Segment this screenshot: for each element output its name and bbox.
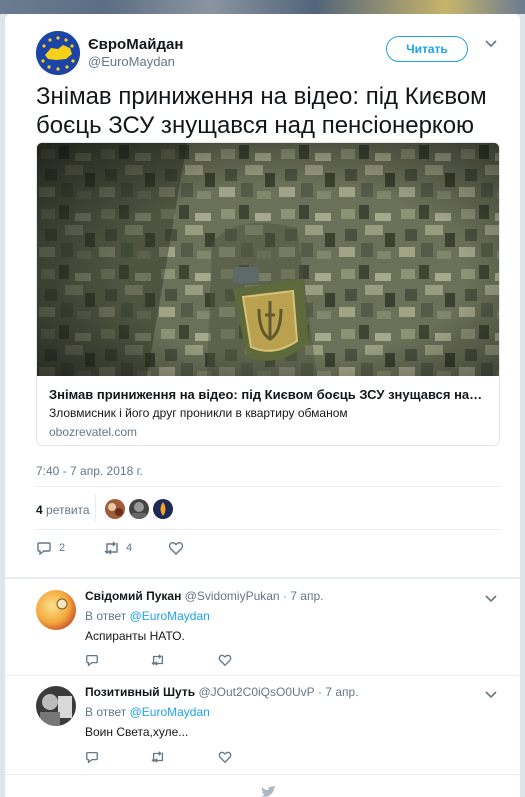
reply-author-name[interactable]: Позитивный Шуть	[85, 685, 195, 699]
reply-avatar[interactable]	[36, 590, 76, 630]
reply-author-name[interactable]: Свідомий Пукан	[85, 589, 181, 603]
tweet-timestamp[interactable]: 7:40 - 7 апр. 2018 г.	[36, 464, 143, 478]
divider	[5, 675, 520, 676]
chevron-down-icon[interactable]	[485, 691, 497, 699]
chevron-down-icon[interactable]	[485, 40, 497, 48]
author-name[interactable]: ЄвроМайдан	[88, 36, 183, 53]
follow-button[interactable]: Читать	[386, 36, 468, 62]
retweeter-avatar[interactable]	[129, 499, 149, 519]
link-card-title[interactable]: Знімав приниження на відео: під Києвом б…	[49, 387, 489, 402]
link-card-description: Зловмисник і його друг проникли в кварти…	[49, 406, 348, 420]
in-reply-prefix: В ответ	[85, 705, 127, 719]
reply-icon[interactable]	[36, 540, 52, 556]
retweet-icon[interactable]	[150, 653, 166, 667]
link-card[interactable]: Знімав приниження на відео: під Києвом б…	[36, 142, 500, 446]
link-card-domain[interactable]: obozrevatel.com	[49, 425, 137, 439]
like-icon[interactable]	[168, 540, 184, 556]
like-icon[interactable]	[218, 653, 232, 667]
retweet-icon[interactable]	[150, 750, 166, 764]
reply-author-line[interactable]: Позитивный Шуть @JOut2C0iQsO0UvP · 7 апр…	[85, 685, 359, 699]
reply-text: Воин Света,хуле...	[85, 725, 189, 739]
background-strip	[0, 0, 525, 14]
retweet-icon[interactable]	[103, 540, 121, 556]
link-card-image[interactable]	[37, 143, 499, 376]
in-reply-to: В ответ @EuroMaydan	[85, 609, 210, 623]
author-handle[interactable]: @EuroMaydan	[88, 54, 175, 69]
chevron-down-icon[interactable]	[485, 595, 497, 603]
in-reply-to: В ответ @EuroMaydan	[85, 705, 210, 719]
reply-time[interactable]: · 7 апр.	[283, 589, 324, 603]
retweeter-avatar[interactable]	[153, 499, 173, 519]
tweet-card: ЄвроМайдан @EuroMaydan Читать Знімав при…	[5, 14, 520, 797]
reply-time[interactable]: · 7 апр.	[318, 685, 359, 699]
reply-author-line[interactable]: Свідомий Пукан @SvidomiyPukan · 7 апр.	[85, 589, 323, 603]
reply-author-handle[interactable]: @JOut2C0iQsO0UvP	[198, 685, 314, 699]
reply-icon[interactable]	[85, 653, 99, 667]
divider	[36, 529, 500, 530]
retweets-count: 4	[36, 503, 43, 517]
retweeter-avatar[interactable]	[105, 499, 125, 519]
reply-count[interactable]: 2	[59, 542, 65, 554]
divider	[5, 577, 520, 579]
reply-text: Аспиранты НАТО.	[85, 629, 185, 643]
retweets-count-label[interactable]: 4 ретвита	[36, 503, 90, 517]
reply-avatar[interactable]	[36, 686, 76, 726]
divider	[95, 494, 96, 522]
in-reply-link[interactable]: @EuroMaydan	[130, 705, 210, 719]
like-icon[interactable]	[218, 750, 232, 764]
divider	[36, 486, 500, 487]
reply-author-handle[interactable]: @SvidomiyPukan	[185, 589, 280, 603]
retweets-label: ретвита	[46, 503, 90, 517]
retweet-count[interactable]: 4	[126, 542, 132, 554]
twitter-bird-icon	[260, 786, 278, 797]
in-reply-link[interactable]: @EuroMaydan	[130, 609, 210, 623]
reply-icon[interactable]	[85, 750, 99, 764]
tweet-text: Знімав приниження на відео: під Києвом б…	[36, 83, 487, 139]
author-avatar[interactable]	[36, 31, 80, 75]
divider	[5, 774, 520, 775]
in-reply-prefix: В ответ	[85, 609, 127, 623]
